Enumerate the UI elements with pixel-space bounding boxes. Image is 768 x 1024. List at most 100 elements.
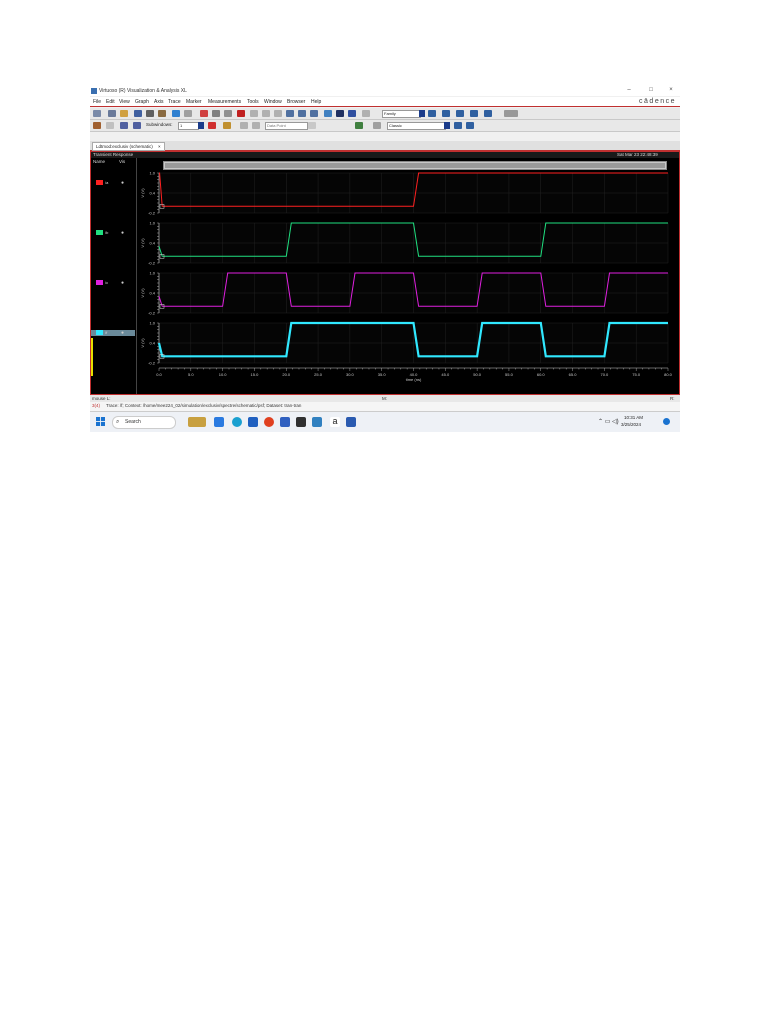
copy-icon[interactable] <box>212 110 220 117</box>
tab-close-icon[interactable]: × <box>158 144 161 149</box>
family-dropdown-icon[interactable] <box>419 110 425 117</box>
word-icon[interactable] <box>346 417 356 427</box>
zoom-tool-3-icon[interactable] <box>274 110 282 117</box>
graph-style-icon[interactable] <box>324 110 332 117</box>
chart-icon[interactable] <box>336 110 344 117</box>
print-icon[interactable] <box>146 110 154 117</box>
clipboard-icon[interactable] <box>158 110 166 117</box>
point-dropdown-icon[interactable] <box>308 122 316 129</box>
menu-window[interactable]: Window <box>264 99 282 105</box>
data-point-input[interactable]: Data Point <box>265 122 308 130</box>
menu-edit[interactable]: Edit <box>106 99 115 105</box>
layout-3-icon[interactable] <box>456 110 464 117</box>
zoom-tool-2-icon[interactable] <box>262 110 270 117</box>
xming-icon[interactable] <box>296 417 306 427</box>
x-tick-label: 55.0 <box>505 372 514 377</box>
zoom-out-icon[interactable] <box>298 110 306 117</box>
store-icon[interactable] <box>248 417 258 427</box>
family-select[interactable]: Family <box>382 110 421 118</box>
paste-icon[interactable] <box>224 110 232 117</box>
tray-icons[interactable]: ⌃ ▭ ◁) <box>598 418 619 425</box>
menu-marker[interactable]: Marker <box>186 99 202 105</box>
trace-row-a[interactable]: /a ● <box>95 180 135 186</box>
menu-axis[interactable]: Axis <box>154 99 163 105</box>
graph-panel: Transient Response Sat Mar 23 22:48:39 N… <box>90 151 680 395</box>
pencil-icon[interactable] <box>93 122 101 129</box>
zoom-scrollbar[interactable] <box>163 161 667 170</box>
window-icon[interactable] <box>120 122 128 129</box>
cut-icon[interactable] <box>200 110 208 117</box>
layout-4-icon[interactable] <box>470 110 478 117</box>
edge-browser-icon[interactable] <box>232 417 242 427</box>
zoom-fit-icon[interactable] <box>310 110 318 117</box>
strip-icon[interactable] <box>348 110 356 117</box>
trace-row-c[interactable]: /c ● <box>95 280 135 286</box>
taskbar-search-box[interactable]: ⌕ Search <box>112 416 176 429</box>
view-1-icon[interactable] <box>454 122 462 129</box>
y-tick-label: -0.2 <box>148 261 156 266</box>
zoom-scrollbar-thumb[interactable] <box>165 163 665 168</box>
save-icon[interactable] <box>134 110 142 117</box>
menu-tools[interactable]: Tools <box>247 99 259 105</box>
subwindows-input[interactable]: 1 <box>178 122 199 130</box>
toolbar-grip-icon[interactable] <box>504 110 518 117</box>
windows-start-icon[interactable] <box>96 417 105 426</box>
triangle-icon[interactable] <box>355 122 363 129</box>
menu-trace[interactable]: Trace <box>168 99 181 105</box>
mouse-middle-status: M: <box>382 396 387 401</box>
menu-measurements[interactable]: Measurements <box>208 99 241 105</box>
new-window-icon[interactable] <box>93 110 101 117</box>
subwindows-dropdown-icon[interactable] <box>198 122 204 129</box>
eye-icon[interactable]: ● <box>121 230 124 236</box>
firefox-icon[interactable] <box>264 417 274 427</box>
close-button[interactable]: × <box>666 87 676 93</box>
eye-icon[interactable]: ● <box>121 280 124 286</box>
minimize-button[interactable]: – <box>624 87 634 93</box>
x-tick-label: 45.0 <box>441 372 450 377</box>
menu-graph[interactable]: Graph <box>135 99 149 105</box>
x-tick-label: 60.0 <box>537 372 546 377</box>
style-dropdown-icon[interactable] <box>444 122 450 129</box>
trace-row-b[interactable]: /b ● <box>95 230 135 236</box>
teams-icon[interactable] <box>280 417 290 427</box>
widget-icon[interactable] <box>188 417 206 427</box>
trace-row-f[interactable]: /f ● <box>91 330 135 336</box>
app-icon[interactable] <box>312 417 322 427</box>
layout-2-icon[interactable] <box>442 110 450 117</box>
maximize-button[interactable]: □ <box>646 87 656 93</box>
notification-icon[interactable] <box>663 418 670 425</box>
new-subwindow-icon[interactable] <box>108 110 116 117</box>
layout-5-icon[interactable] <box>484 110 492 117</box>
y-axis-label: V (V) <box>140 338 145 348</box>
tab-schematic[interactable]: Ldtmod:exclusiv (schematic) × <box>92 142 165 151</box>
layout-1-icon[interactable] <box>428 110 436 117</box>
zoom-tool-1-icon[interactable] <box>250 110 258 117</box>
eye-icon[interactable]: ● <box>121 180 124 186</box>
menu-file[interactable]: File <box>93 99 101 105</box>
clock-time: 10:31 AM <box>624 415 644 420</box>
point-tool-1-icon[interactable] <box>240 122 248 129</box>
redo-icon[interactable] <box>184 110 192 117</box>
style-select[interactable]: Classic <box>387 122 446 130</box>
subwindows-label: Subwindows: <box>146 122 173 127</box>
amazon-icon[interactable]: a <box>330 417 340 427</box>
split-icon[interactable] <box>133 122 141 129</box>
marker-icon[interactable] <box>208 122 216 129</box>
undo-icon[interactable] <box>172 110 180 117</box>
menu-view[interactable]: View <box>119 99 130 105</box>
menu-help[interactable]: Help <box>311 99 321 105</box>
zoom-in-icon[interactable] <box>286 110 294 117</box>
file-explorer-icon[interactable] <box>214 417 224 427</box>
view-2-icon[interactable] <box>466 122 474 129</box>
delete-icon[interactable] <box>237 110 245 117</box>
trace-name: /f <box>105 330 108 335</box>
menu-browser[interactable]: Browser <box>287 99 305 105</box>
frame-icon[interactable] <box>373 122 381 129</box>
circle-icon[interactable] <box>106 122 114 129</box>
open-folder-icon[interactable] <box>120 110 128 117</box>
waveform-plot[interactable]: 1.0 0.4 -0.2 V (V) 1.0 0.4 -0.2 V (V) 1.0 0.4 -0.2… <box>136 170 679 394</box>
point-tool-2-icon[interactable] <box>252 122 260 129</box>
eye-icon[interactable]: ● <box>121 330 124 336</box>
bookmark-icon[interactable] <box>223 122 231 129</box>
search-icon[interactable] <box>362 110 370 117</box>
